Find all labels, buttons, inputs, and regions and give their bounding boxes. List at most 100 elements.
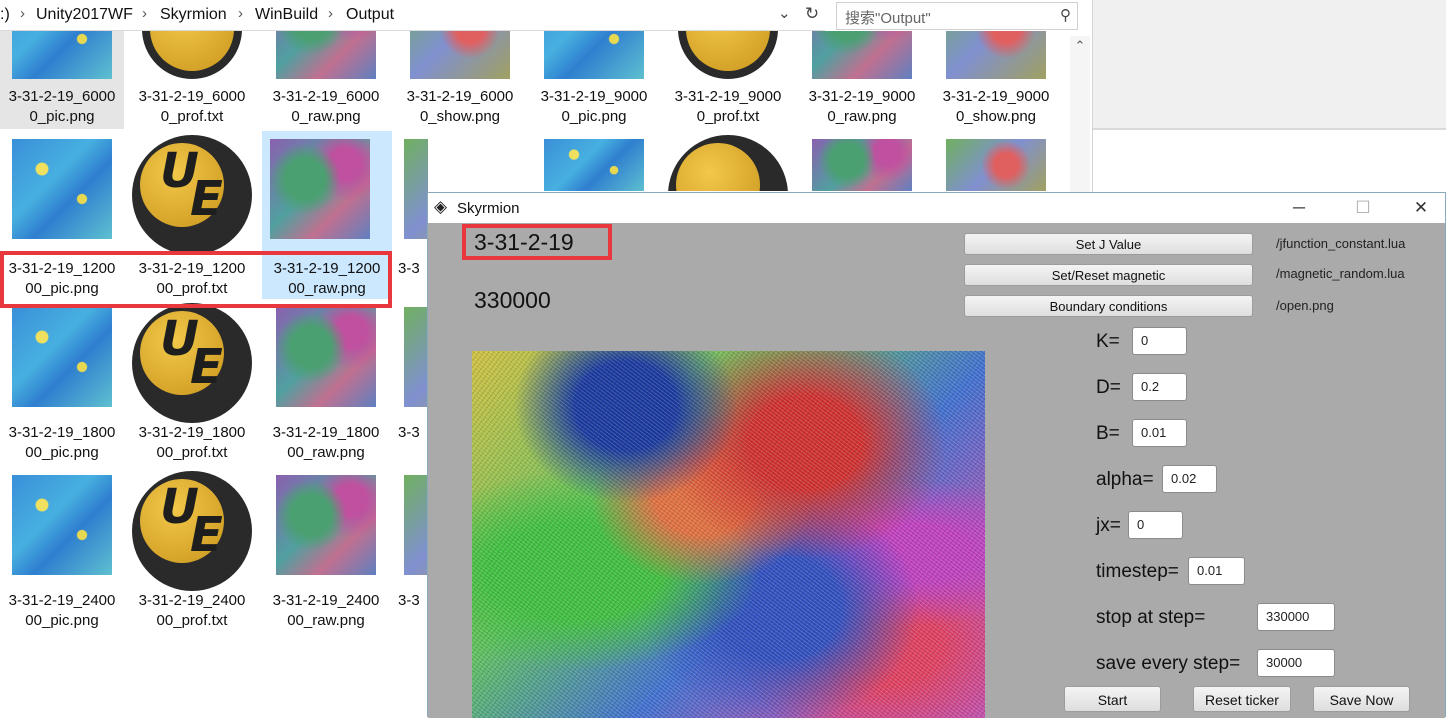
- file-item[interactable]: 3-31-2-19_6000 0_raw.png: [264, 31, 388, 125]
- file-item[interactable]: 3-31-2-19_6000 0_prof.txt: [130, 31, 254, 125]
- background-window: [1092, 0, 1446, 128]
- close-icon[interactable]: ✕: [1398, 195, 1444, 221]
- file-item[interactable]: [532, 135, 656, 191]
- file-item[interactable]: [666, 135, 790, 191]
- file-item[interactable]: 3-3: [398, 471, 428, 631]
- file-item[interactable]: [934, 135, 1058, 191]
- save-every-step-input[interactable]: 30000: [1257, 649, 1335, 677]
- simulation-render: [472, 351, 985, 718]
- chevron-down-icon[interactable]: ⌄: [778, 4, 791, 22]
- search-input[interactable]: 搜索"Output" ⚲: [836, 2, 1078, 30]
- jx-input[interactable]: 0: [1128, 511, 1183, 539]
- ultraedit-logo: UE: [160, 143, 223, 227]
- file-name: 3-3: [398, 592, 420, 609]
- save-every-step-label: save every step=: [1096, 653, 1241, 674]
- set-j-value-button[interactable]: Set J Value: [964, 233, 1253, 255]
- file-name: 3-31-2-19_2400 00_raw.png: [272, 592, 380, 629]
- file-name: 3-31-2-19_2400 00_prof.txt: [138, 592, 246, 629]
- jx-label: jx=: [1096, 515, 1121, 536]
- b-label: B=: [1096, 423, 1120, 444]
- search-icon[interactable]: ⚲: [1060, 6, 1071, 24]
- image-thumbnail: [404, 307, 428, 407]
- set-reset-magnetic-button[interactable]: Set/Reset magnetic: [964, 264, 1253, 286]
- file-item[interactable]: 3-31-2-19_2400 00_raw.png: [264, 471, 388, 631]
- file-item[interactable]: 3-3: [398, 135, 428, 295]
- search-placeholder: 搜索"Output": [845, 10, 931, 27]
- breadcrumb-chevron-icon: ›: [238, 5, 243, 22]
- stop-at-step-label: stop at step=: [1096, 607, 1206, 628]
- reset-ticker-button[interactable]: Reset ticker: [1193, 686, 1291, 712]
- start-button[interactable]: Start: [1064, 686, 1161, 712]
- d-input[interactable]: 0.2: [1132, 373, 1187, 401]
- file-name: 3-31-2-19_6000 0_prof.txt: [138, 88, 246, 125]
- stop-at-step-input[interactable]: 330000: [1257, 603, 1335, 631]
- file-name: 3-31-2-19_6000 0_raw.png: [272, 88, 380, 125]
- ultraedit-icon: [668, 135, 788, 191]
- boundary-conditions-button[interactable]: Boundary conditions: [964, 295, 1253, 317]
- file-name: 3-31-2-19_1800 00_prof.txt: [138, 424, 246, 461]
- file-item[interactable]: UE 3-31-2-19_1800 00_prof.txt: [130, 303, 254, 463]
- k-input[interactable]: 0: [1132, 327, 1187, 355]
- breadcrumb-unity2017wf[interactable]: Unity2017WF: [36, 6, 133, 24]
- k-label: K=: [1096, 331, 1120, 352]
- file-name: 3-31-2-19_2400 00_pic.png: [8, 592, 116, 629]
- d-label: D=: [1096, 377, 1121, 398]
- file-name: 3-31-2-19_9000 0_show.png: [942, 88, 1050, 125]
- image-thumbnail: [270, 139, 370, 239]
- save-now-button[interactable]: Save Now: [1313, 686, 1410, 712]
- image-thumbnail: [276, 307, 376, 407]
- breadcrumb-drive[interactable]: :): [0, 6, 10, 24]
- image-thumbnail: [276, 475, 376, 575]
- ultraedit-logo: UE: [160, 479, 223, 563]
- file-item[interactable]: 3-31-2-19_9000 0_prof.txt: [666, 31, 790, 125]
- breadcrumb-chevron-icon: ›: [20, 5, 25, 22]
- image-thumbnail: [404, 475, 428, 575]
- address-bar[interactable]: :) › Unity2017WF › Skyrmion › WinBuild ›…: [0, 0, 825, 31]
- file-item[interactable]: 3-31-2-19_6000 0_pic.png: [0, 31, 124, 129]
- window-title: Skyrmion: [457, 200, 520, 217]
- minimize-icon[interactable]: ─: [1276, 195, 1322, 221]
- file-item[interactable]: 3-31-2-19_2400 00_pic.png: [0, 471, 124, 631]
- file-item[interactable]: 3-31-2-19_1800 00_raw.png: [264, 303, 388, 463]
- file-item[interactable]: 3-31-2-19_9000 0_show.png: [934, 31, 1058, 125]
- alpha-input[interactable]: 0.02: [1162, 465, 1217, 493]
- breadcrumb-chevron-icon: ›: [328, 5, 333, 22]
- breadcrumb-skyrmion[interactable]: Skyrmion: [160, 6, 227, 24]
- file-item[interactable]: 3-31-2-19_9000 0_raw.png: [800, 31, 924, 125]
- file-item[interactable]: UE 3-31-2-19_2400 00_prof.txt: [130, 471, 254, 631]
- breadcrumb-winbuild[interactable]: WinBuild: [255, 6, 318, 24]
- file-item[interactable]: 3-31-2-19_1800 00_pic.png: [0, 303, 124, 463]
- refresh-icon[interactable]: ↻: [800, 4, 824, 26]
- highlight-box: [0, 251, 392, 308]
- b-input[interactable]: 0.01: [1132, 419, 1187, 447]
- timestep-label: timestep=: [1096, 561, 1179, 582]
- maximize-icon[interactable]: ☐: [1340, 195, 1386, 221]
- step-counter: 330000: [474, 287, 551, 313]
- alpha-label: alpha=: [1096, 469, 1154, 490]
- file-name: 3-31-2-19_9000 0_raw.png: [808, 88, 916, 125]
- file-item[interactable]: 3-31-2-19_6000 0_show.png: [398, 31, 522, 125]
- title-bar[interactable]: ◈ Skyrmion ─ ☐ ✕: [428, 193, 1445, 223]
- j-function-path: /jfunction_constant.lua: [1276, 236, 1406, 251]
- breadcrumb-chevron-icon: ›: [142, 5, 147, 22]
- file-name: 3-3: [398, 424, 420, 441]
- file-name: 3-31-2-19_1800 00_raw.png: [272, 424, 380, 461]
- file-name: 3-31-2-19_6000 0_show.png: [406, 88, 514, 125]
- image-thumbnail: [404, 139, 428, 239]
- unity-logo-icon: ◈: [434, 197, 448, 216]
- timestep-input[interactable]: 0.01: [1188, 557, 1245, 585]
- breadcrumb-output[interactable]: Output: [346, 6, 394, 24]
- scroll-up-icon[interactable]: ⌃: [1070, 38, 1090, 54]
- image-thumbnail: [812, 139, 912, 191]
- file-name: 3-3: [398, 260, 420, 277]
- file-name: 3-31-2-19_6000 0_pic.png: [8, 88, 116, 125]
- image-thumbnail: [12, 307, 112, 407]
- file-item[interactable]: 3-31-2-19_9000 0_pic.png: [532, 31, 656, 125]
- ultraedit-logo: UE: [160, 311, 223, 395]
- file-item[interactable]: [800, 135, 924, 191]
- highlight-box: [462, 224, 612, 260]
- file-item[interactable]: 3-3: [398, 303, 428, 463]
- boundary-path: /open.png: [1276, 298, 1334, 313]
- magnetic-path: /magnetic_random.lua: [1276, 266, 1405, 281]
- file-name: 3-31-2-19_9000 0_pic.png: [540, 88, 648, 125]
